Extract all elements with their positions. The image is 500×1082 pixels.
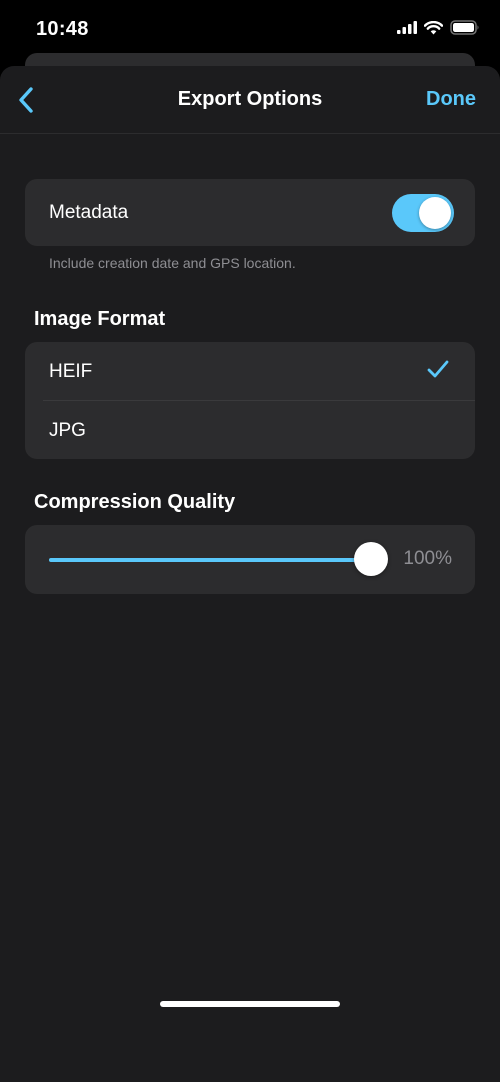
compression-quality-card: 100%	[25, 525, 475, 594]
status-bar: 10:48	[0, 0, 500, 60]
navigation-bar: Export Options Done	[0, 66, 500, 134]
metadata-label: Metadata	[49, 202, 129, 223]
cellular-signal-icon	[397, 21, 417, 34]
checkmark-icon	[427, 360, 449, 378]
home-indicator	[160, 1001, 340, 1007]
compression-slider-fill	[49, 558, 371, 562]
format-option-label: JPG	[49, 420, 86, 441]
image-format-header: Image Format	[34, 308, 166, 330]
done-button[interactable]: Done	[426, 88, 476, 111]
wifi-icon	[424, 20, 443, 34]
format-option-jpg[interactable]: JPG	[25, 401, 475, 459]
image-format-list: HEIF JPG	[25, 342, 475, 459]
battery-icon	[450, 20, 479, 35]
page-title: Export Options	[177, 88, 323, 110]
compression-slider-thumb[interactable]	[354, 542, 388, 576]
status-time: 10:48	[36, 18, 89, 40]
metadata-toggle[interactable]	[392, 194, 454, 232]
format-option-heif[interactable]: HEIF	[25, 342, 475, 400]
metadata-row: Metadata	[25, 179, 475, 246]
toggle-knob	[419, 197, 451, 229]
format-option-label: HEIF	[49, 361, 93, 382]
export-options-sheet: Export Options Done Metadata Include cre…	[0, 66, 500, 1082]
compression-value: 100%	[403, 548, 452, 569]
compression-slider-track[interactable]	[49, 558, 371, 562]
compression-quality-header: Compression Quality	[34, 491, 236, 513]
status-icons	[397, 20, 480, 35]
metadata-footnote: Include creation date and GPS location.	[49, 255, 296, 271]
